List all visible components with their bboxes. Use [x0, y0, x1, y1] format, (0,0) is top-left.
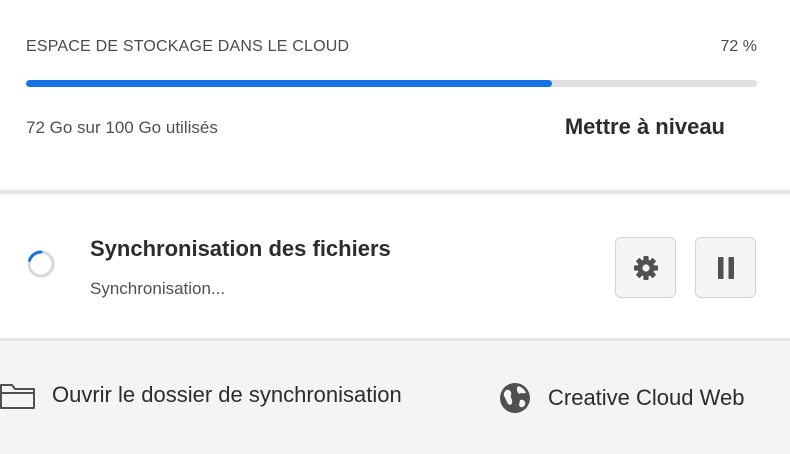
- footer-bar: Ouvrir le dossier de synchronisation Cre…: [0, 341, 790, 454]
- sync-status: Synchronisation...: [90, 279, 226, 298]
- sync-spinner-icon: [27, 250, 55, 278]
- gear-icon: [633, 255, 658, 280]
- storage-used-label: 72 Go sur 100 Go utilisés: [26, 118, 218, 137]
- upgrade-button[interactable]: Mettre à niveau: [565, 114, 725, 140]
- globe-icon: [498, 381, 532, 415]
- storage-title: ESPACE DE STOCKAGE DANS LE CLOUD: [26, 38, 350, 55]
- creative-cloud-web-label: Creative Cloud Web: [548, 385, 745, 410]
- storage-percent: 72 %: [720, 38, 757, 55]
- storage-progress-bar: [26, 80, 757, 87]
- storage-panel: ESPACE DE STOCKAGE DANS LE CLOUD 72 % 72…: [0, 0, 790, 190]
- pause-icon: [717, 256, 734, 279]
- open-sync-folder-link[interactable]: Ouvrir le dossier de synchronisation: [0, 381, 402, 409]
- creative-cloud-web-link[interactable]: Creative Cloud Web: [498, 381, 744, 415]
- sync-settings-button[interactable]: [615, 237, 676, 298]
- sync-title: Synchronisation des fichiers: [90, 236, 391, 261]
- storage-progress-fill: [26, 80, 553, 87]
- folder-icon: [0, 381, 36, 409]
- sync-panel: Synchronisation des fichiers Synchronisa…: [0, 194, 790, 338]
- open-sync-folder-label: Ouvrir le dossier de synchronisation: [52, 382, 402, 407]
- sync-pause-button[interactable]: [695, 237, 756, 298]
